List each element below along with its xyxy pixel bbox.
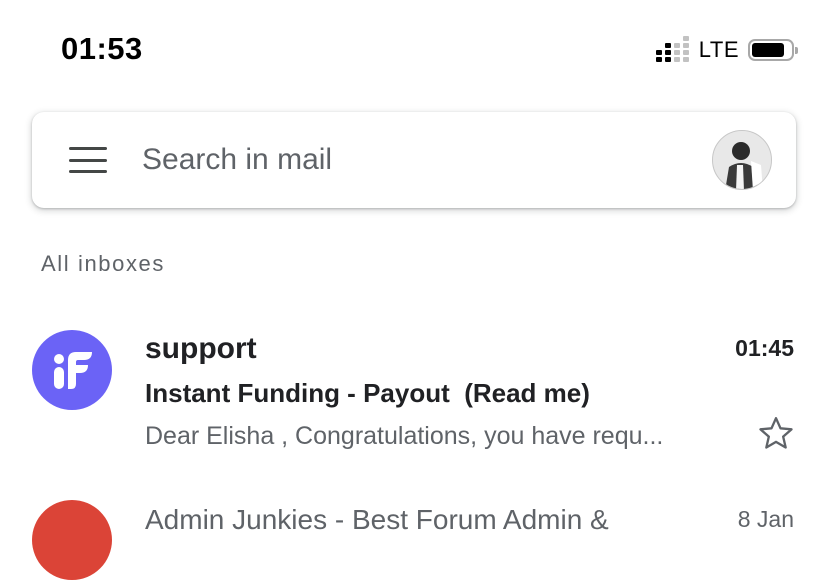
email-time: 01:45	[735, 335, 794, 361]
status-indicators: LTE	[655, 36, 798, 64]
network-type: LTE	[698, 37, 739, 62]
battery-icon	[748, 39, 798, 61]
status-time: 01:53	[61, 31, 143, 66]
search-input[interactable]	[142, 143, 712, 177]
email-list-item[interactable]: Admin Junkies - Best Forum Admin & 8 Jan	[0, 496, 828, 580]
email-list-item[interactable]: support 01:45 Instant Funding - Payout (…	[0, 318, 828, 468]
star-outline-icon[interactable]	[756, 414, 796, 454]
section-label: All inboxes	[41, 251, 165, 276]
sender-avatar[interactable]	[32, 330, 112, 410]
instant-funding-logo-icon	[54, 352, 92, 389]
email-sender: support	[145, 332, 257, 365]
person-photo-icon	[713, 131, 771, 189]
sender-avatar[interactable]	[32, 500, 112, 580]
email-subject: Instant Funding - Payout (Read me)	[145, 378, 590, 408]
hamburger-menu-icon[interactable]	[69, 147, 107, 173]
cellular-signal-icon	[655, 36, 689, 62]
account-avatar[interactable]	[712, 130, 772, 190]
search-bar[interactable]	[32, 112, 796, 208]
email-date: 8 Jan	[737, 506, 794, 532]
email-snippet: Dear Elisha , Congratulations, you have …	[145, 422, 664, 450]
email-sender: Admin Junkies - Best Forum Admin &	[145, 504, 609, 535]
